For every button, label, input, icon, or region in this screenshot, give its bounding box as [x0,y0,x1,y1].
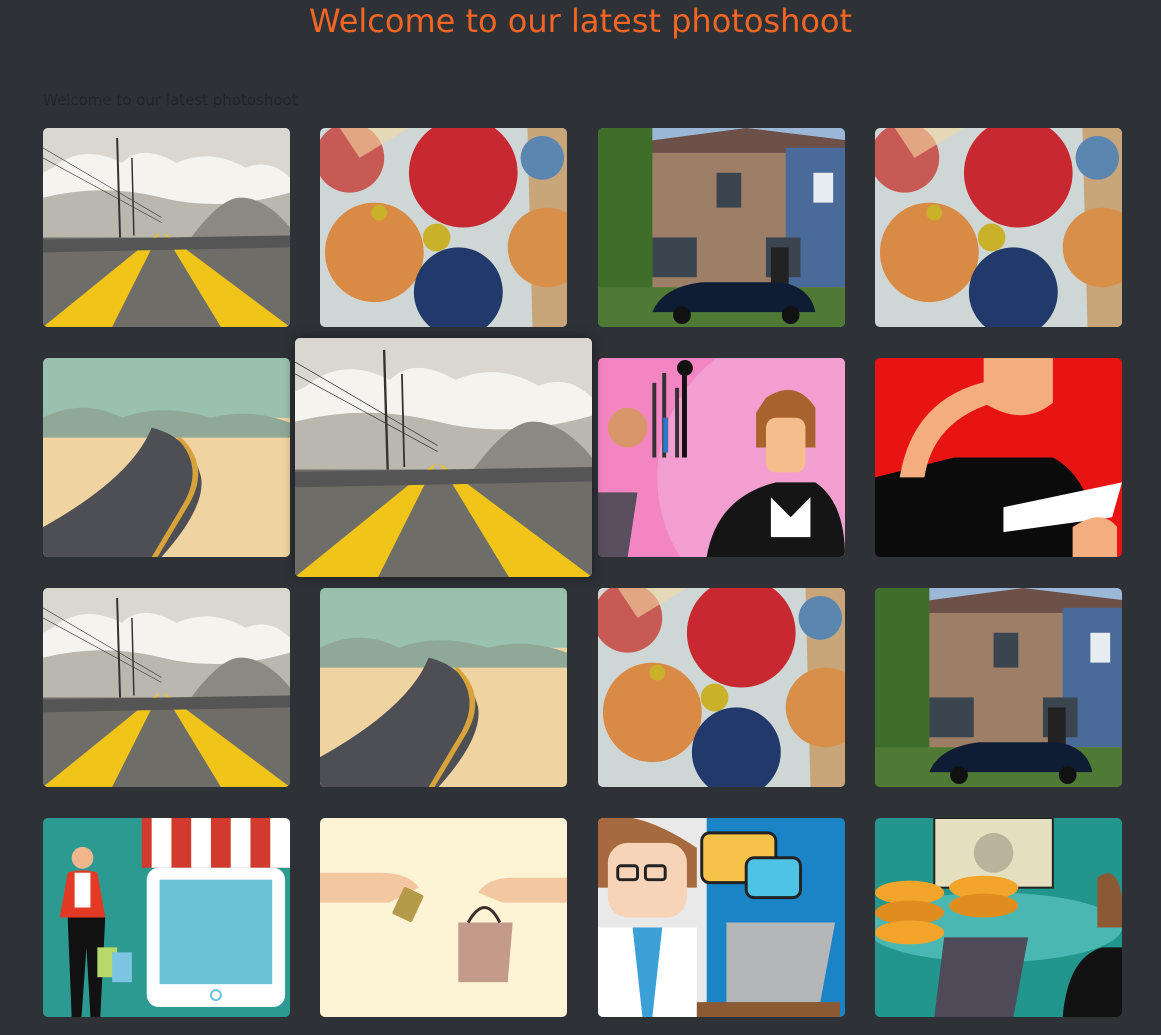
gallery-photo-umbrellas-sky[interactable] [598,588,845,787]
gallery-photo-payment-card-bag[interactable] [320,818,567,1017]
gallery-photo-money-coins-laptop[interactable] [875,818,1122,1017]
gallery-photo-shopping-woman-tablet[interactable] [43,818,290,1017]
gallery-photo-umbrellas-sky[interactable] [875,128,1122,327]
gallery-photo-doctor-laptop[interactable] [598,818,845,1017]
gallery-photo-road-yellow-lines[interactable] [295,338,592,577]
gallery-photo-desert-road[interactable] [320,588,567,787]
gallery-photo-road-yellow-lines[interactable] [43,588,290,787]
gallery-photo-brick-house-car[interactable] [875,588,1122,787]
gallery-photo-brick-house-car[interactable] [598,128,845,327]
intro-text: Welcome to our latest photoshoot [43,91,298,109]
gallery-photo-desert-road[interactable] [43,358,290,557]
gallery-photo-umbrellas-sky[interactable] [320,128,567,327]
gallery-photo-road-yellow-lines[interactable] [43,128,290,327]
page-title: Welcome to our latest photoshoot [308,2,853,40]
gallery-photo-businesswoman-makeup[interactable] [598,358,845,557]
gallery-photo-man-phone-red[interactable] [875,358,1122,557]
